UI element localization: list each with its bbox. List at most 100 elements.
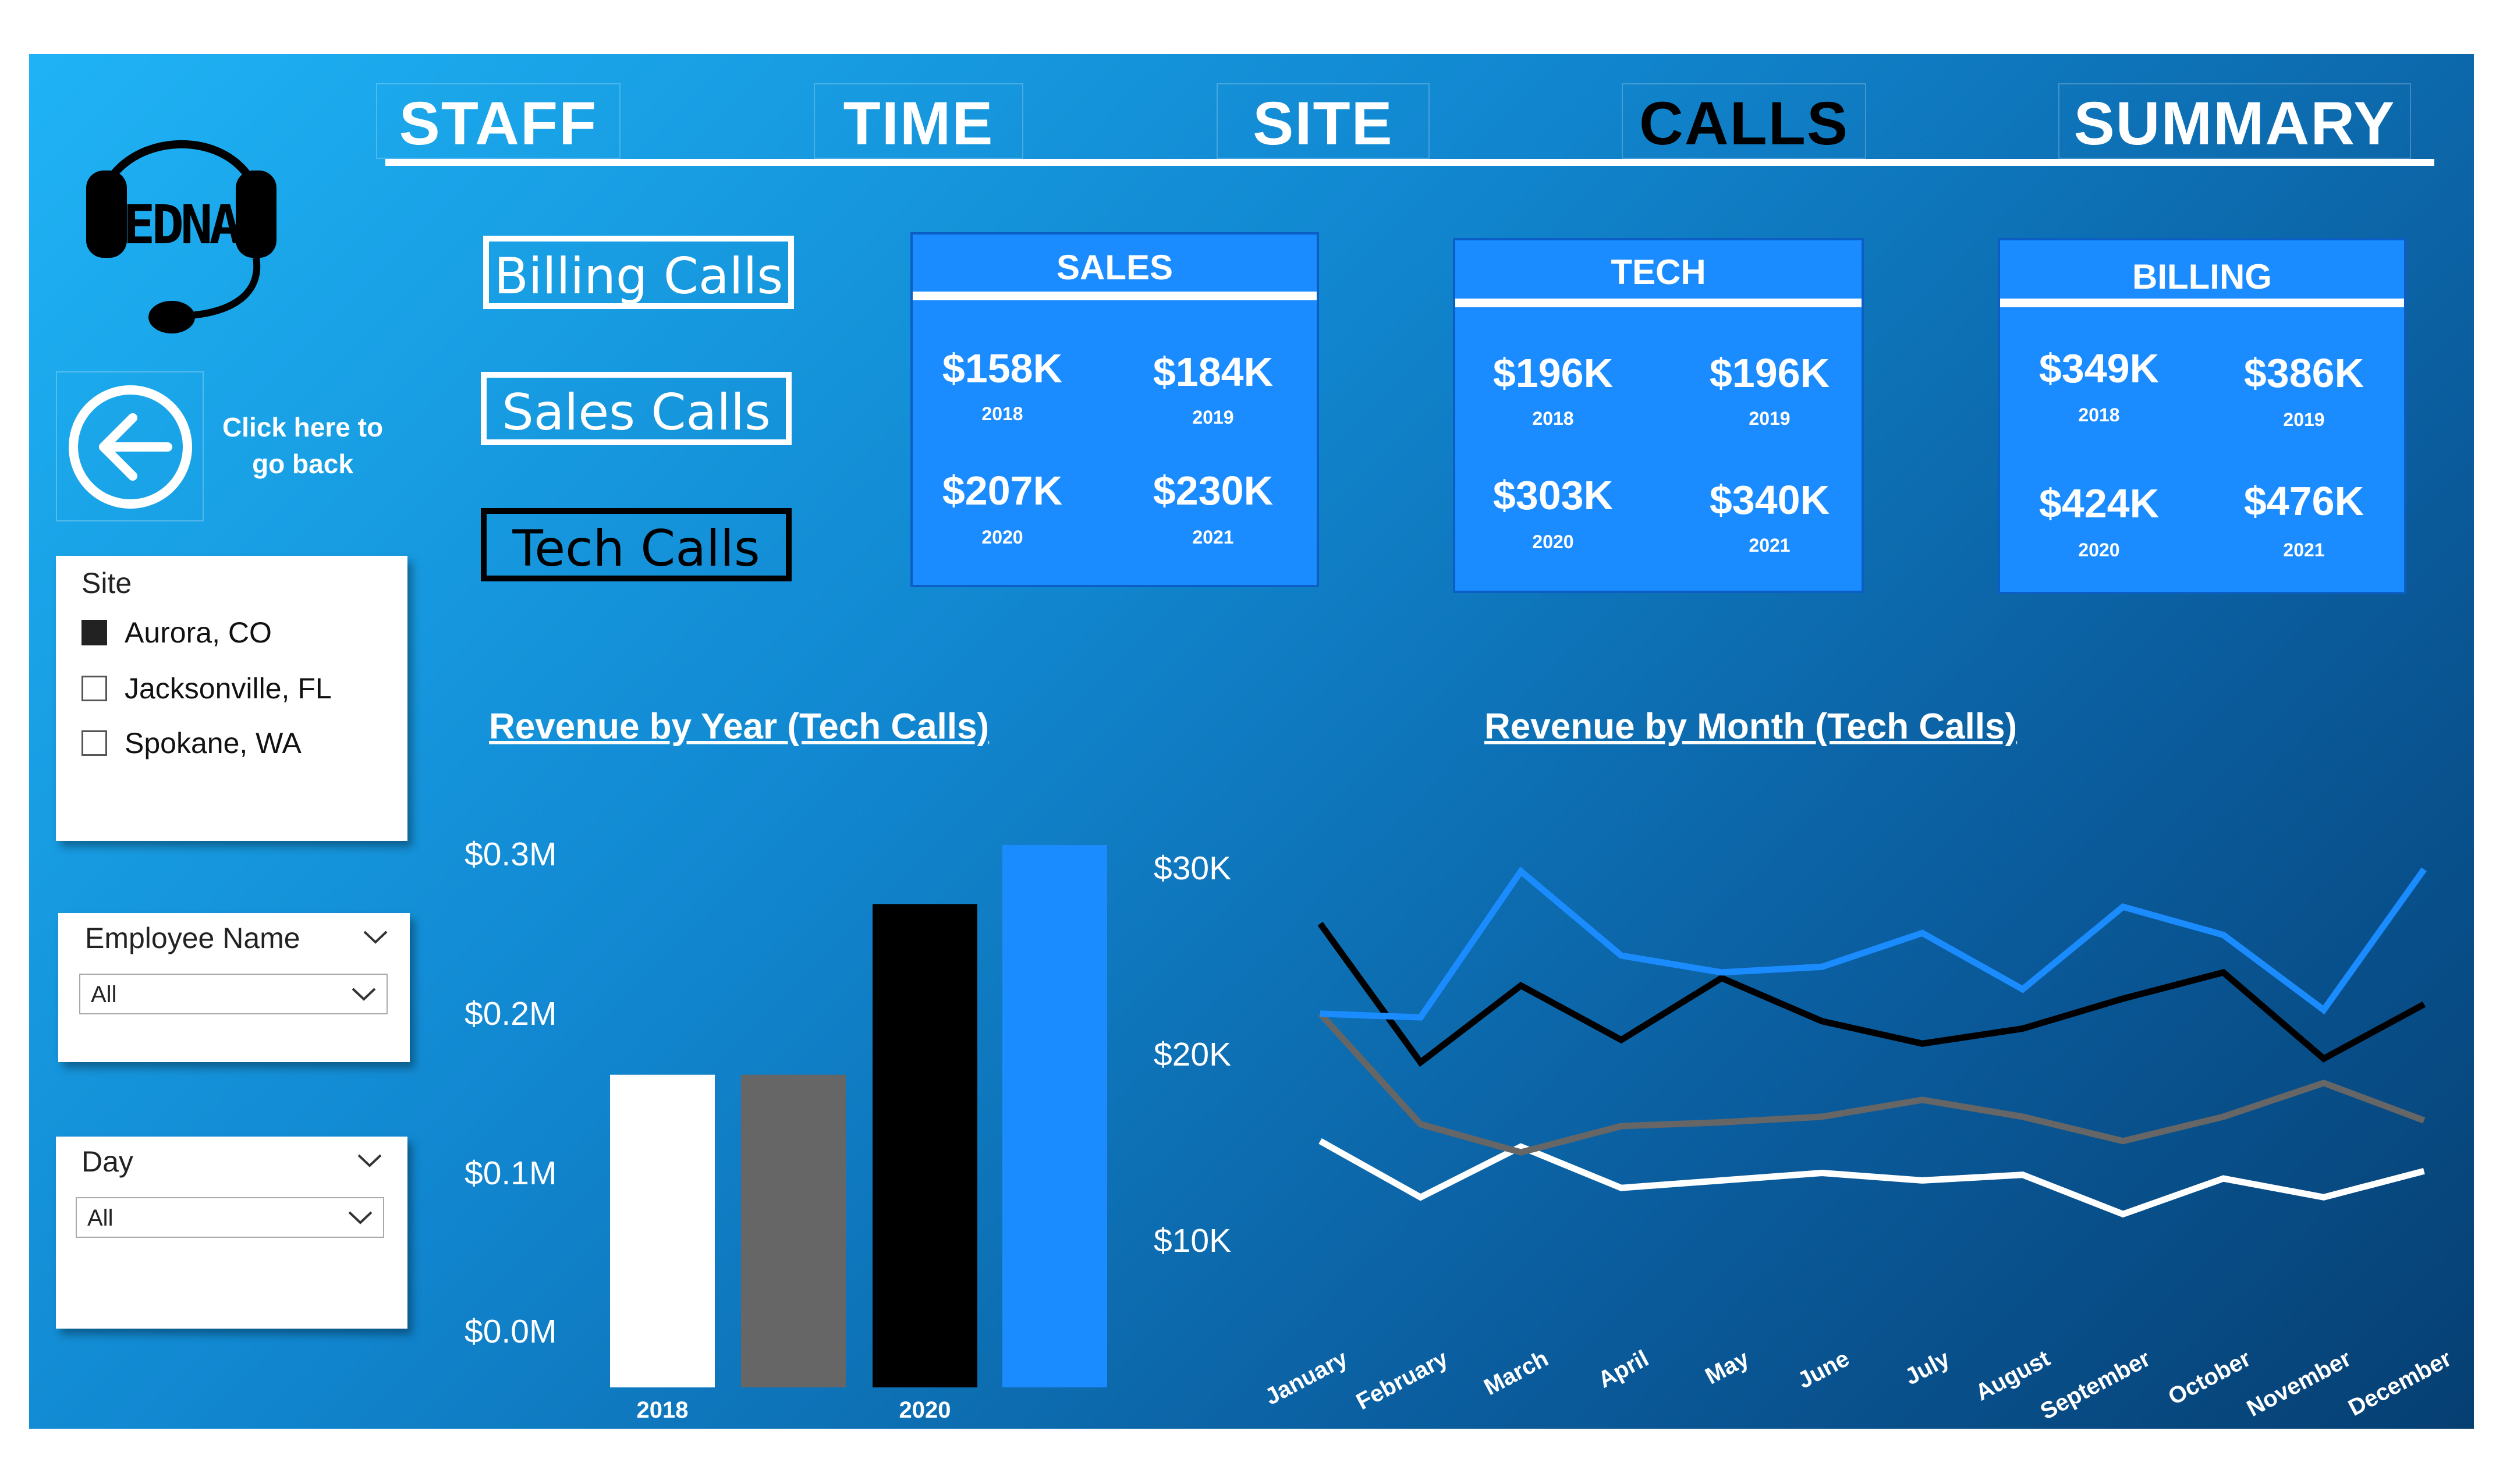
line-chart: January February March April May June July Augu… [1261,866,2456,1425]
bar-ytick: $0.2M [465,995,557,1032]
nav-site-button[interactable]: SITE [1217,83,1430,159]
sales-card-title: SALES [1056,248,1173,287]
line-xtick-may: May [1701,1345,1753,1390]
billing-kpi-2021: $476K [2243,478,2364,524]
line-xtick-december: December [2344,1345,2455,1421]
billing-kpi-2018-year: 2018 [2078,404,2120,425]
day-dropdown-value: All [87,1205,114,1231]
site-option-aurora[interactable]: Aurora, CO [81,616,272,649]
site-option-label: Spokane, WA [125,727,302,759]
tech-calls-label: Tech Calls [512,520,760,578]
billing-kpi-2018: $349K [2038,346,2160,391]
employee-dropdown-value: All [91,982,117,1007]
bar-2019[interactable] [741,1074,846,1387]
checkbox-icon [81,676,107,701]
nav-time-label: TIME [843,90,994,158]
headset-logo: EDNA [70,89,314,345]
dashboard-canvas: EDNA STAFF TIME SITE CALLS SUMMARY Click… [29,54,2474,1429]
billing-card-rule [2000,299,2404,307]
line-xtick-april: April [1594,1345,1653,1393]
line-xtick-july: July [1901,1345,1954,1390]
nav-calls-button[interactable]: CALLS [1622,83,1866,159]
sales-kpi-2020-year: 2020 [981,527,1023,548]
site-slicer-title: Site [81,567,132,599]
tech-kpi-2020-year: 2020 [1532,531,1574,552]
line-chart-title: Revenue by Month (Tech Calls) [1484,707,2018,747]
site-option-label: Aurora, CO [125,616,272,649]
tech-kpi-2018: $196K [1492,350,1614,396]
billing-kpi-2020: $424K [2038,481,2160,526]
logo-text: EDNA [123,194,242,256]
day-slicer: Day All [56,1137,407,1329]
line-xtick-september: September [2036,1345,2154,1425]
tech-kpi-2018-year: 2018 [1532,408,1574,429]
tech-calls-button[interactable]: Tech Calls [481,508,792,581]
nav-summary-button[interactable]: SUMMARY [2058,83,2411,159]
tech-kpi-2021-year: 2021 [1749,535,1791,556]
bar-2021[interactable] [1002,845,1107,1387]
nav-site-label: SITE [1253,90,1394,158]
line-xtick-november: November [2243,1345,2355,1422]
nav-staff-label: STAFF [399,90,598,158]
employee-slicer: Employee Name All [58,913,410,1062]
line-series-0[interactable] [1318,1138,2425,1218]
bar-2020[interactable] [873,904,977,1387]
back-arrow-icon [69,385,192,509]
sales-kpi-2021: $230K [1153,468,1274,513]
tech-card: TECH $196K 2018 $196K 2019 $303K 2020 $3… [1453,238,1864,593]
sales-kpi-2018-year: 2018 [981,403,1023,424]
bar-chart-title: Revenue by Year (Tech Calls) [489,707,990,747]
sales-kpi-2018: $158K [942,346,1063,391]
employee-dropdown[interactable]: All [79,974,388,1014]
billing-kpi-2020-year: 2020 [2078,539,2120,560]
checkbox-checked-icon [81,620,107,645]
site-option-jacksonville[interactable]: Jacksonville, FL [81,672,332,705]
billing-kpi-2021-year: 2021 [2283,539,2325,560]
chevron-down-icon [346,1209,375,1229]
billing-kpi-2019-year: 2019 [2283,409,2325,430]
tech-card-rule [1455,299,1862,307]
chevron-down-icon[interactable] [361,928,390,949]
site-option-label: Jacksonville, FL [125,672,332,705]
back-label-line1: Click here to [222,412,384,442]
bar-ytick: $0.0M [465,1313,557,1350]
sales-kpi-2019: $184K [1153,349,1274,395]
tech-kpi-2019: $196K [1709,350,1830,396]
tech-kpi-2021: $340K [1709,477,1830,523]
nav-time-button[interactable]: TIME [814,83,1023,159]
sales-kpi-2020: $207K [942,468,1063,513]
line-xtick-january: January [1261,1345,1352,1410]
back-button[interactable] [56,371,204,521]
site-option-spokane[interactable]: Spokane, WA [81,727,302,759]
bar-2018[interactable] [610,1074,715,1387]
line-series-3[interactable] [1320,866,2427,1021]
site-slicer: Site Aurora, CO Jacksonville, FL Spokane… [56,556,407,841]
day-slicer-title: Day [81,1145,133,1178]
billing-card-title: BILLING [2132,257,2272,296]
line-xtick-march: March [1480,1345,1552,1400]
sales-kpi-2019-year: 2019 [1192,407,1234,428]
billing-calls-button[interactable]: Billing Calls [483,236,794,309]
nav-summary-label: SUMMARY [2073,90,2396,158]
sales-calls-button[interactable]: Sales Calls [481,372,792,445]
sales-card-rule [913,292,1317,300]
nav-calls-label: CALLS [1639,90,1849,158]
day-dropdown[interactable]: All [76,1197,384,1238]
back-label-line2: go back [252,449,353,479]
chevron-down-icon [349,985,378,1006]
billing-card: BILLING $349K 2018 $386K 2019 $424K 2020… [1998,238,2406,594]
employee-slicer-title: Employee Name [85,922,300,954]
bar-ytick: $0.3M [465,836,557,873]
back-label[interactable]: Click here to go back [204,409,402,482]
nav-staff-button[interactable]: STAFF [376,83,621,159]
nav-underline [385,159,2434,166]
sales-calls-label: Sales Calls [502,384,771,442]
sales-card: SALES $158K 2018 $184K 2019 $207K 2020 $… [910,232,1319,587]
tech-card-title: TECH [1611,253,1706,292]
bar-chart: 2018 2020 [610,845,1107,1423]
chevron-down-icon[interactable] [355,1152,384,1172]
bar-xtick: 2020 [899,1397,951,1423]
line-series-2[interactable] [1317,921,2426,1067]
bar-ytick: $0.1M [465,1155,557,1192]
line-xtick-august: August [1972,1345,2054,1406]
